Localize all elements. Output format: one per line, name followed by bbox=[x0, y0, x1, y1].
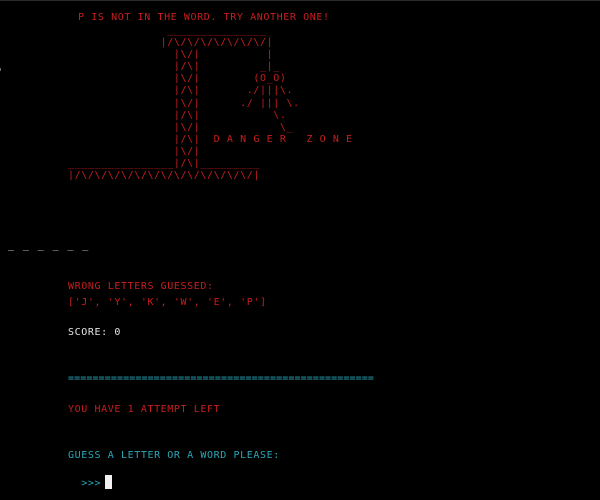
text-cursor bbox=[105, 475, 113, 489]
hangman-gallows-art: _______________ |/\/\/\/\/\/\/\/| |\/| |… bbox=[68, 25, 353, 182]
terminal-top-border bbox=[0, 0, 600, 1]
score-display: SCORE: 0 bbox=[68, 327, 121, 338]
guess-input-line[interactable]: >>> bbox=[68, 463, 113, 490]
wrong-letters-list: ['J', 'Y', 'K', 'W', 'E', 'P'] bbox=[68, 297, 267, 308]
wrong-letters-heading: WRONG LETTERS GUESSED: bbox=[68, 281, 214, 292]
attempts-remaining: YOU HAVE 1 ATTEMPT LEFT bbox=[68, 404, 221, 415]
separator-line: ========================================… bbox=[68, 373, 375, 384]
word-progress: _ _ _ _ _ _ bbox=[8, 240, 90, 251]
input-prompt: GUESS A LETTER OR A WORD PLEASE: bbox=[68, 450, 280, 461]
status-message: P IS NOT IN THE WORD. TRY ANOTHER ONE! bbox=[78, 12, 330, 23]
terminal-edge-marker bbox=[0, 68, 1, 71]
prompt-marker: >>> bbox=[81, 478, 102, 489]
